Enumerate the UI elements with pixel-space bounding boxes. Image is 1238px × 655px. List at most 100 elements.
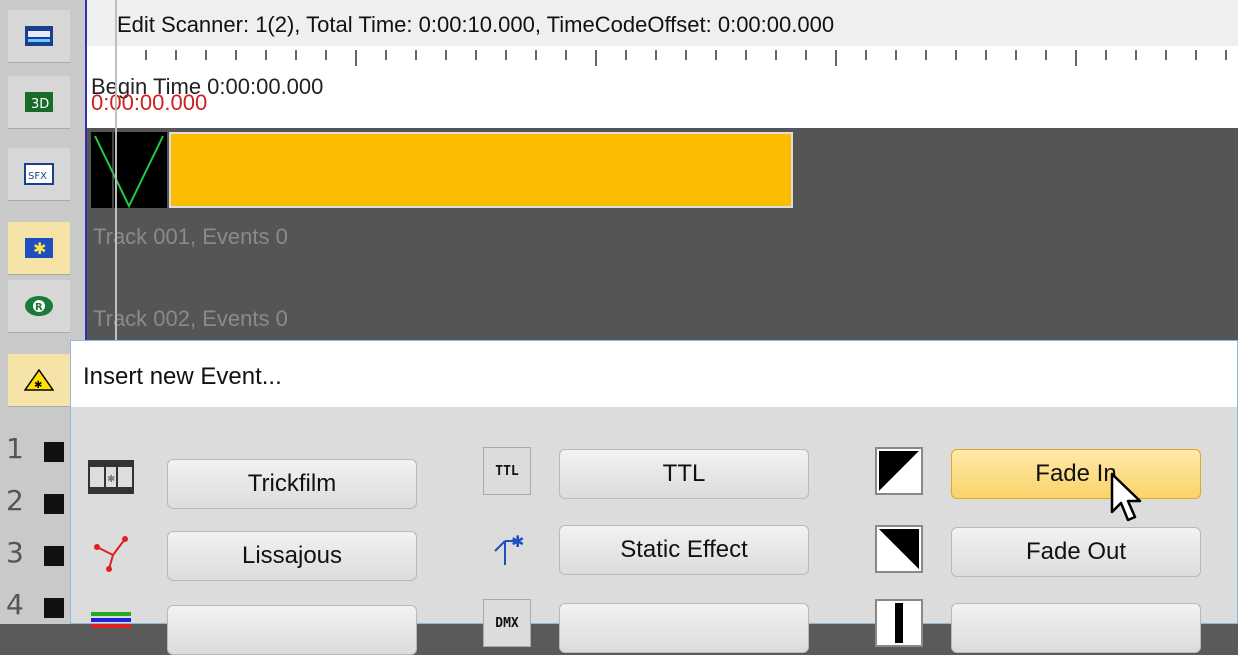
ruler-tick	[235, 50, 237, 60]
ttl-button[interactable]: TTL	[559, 449, 809, 499]
row-number-4: 4	[6, 588, 24, 621]
ruler-tick	[505, 50, 507, 60]
sfx-icon: SFX	[24, 163, 54, 185]
ruler-tick	[955, 50, 957, 60]
time-cursor-line[interactable]	[115, 0, 117, 340]
ruler-tick	[1195, 50, 1197, 60]
track-label: Track 002, Events 0	[93, 306, 288, 331]
ruler-tick	[865, 50, 867, 60]
ruler-tick	[1135, 50, 1137, 60]
dmx-channel-button[interactable]	[559, 603, 809, 653]
fade-out-icon	[875, 525, 923, 573]
ruler-tick	[145, 50, 147, 60]
ruler-tick	[595, 50, 597, 66]
scanner-track[interactable]	[87, 128, 1238, 214]
r-logo-icon: R	[25, 296, 53, 316]
next-event-button[interactable]	[167, 605, 417, 655]
svg-text:✱: ✱	[107, 474, 115, 485]
ruler-tick	[535, 50, 537, 60]
lissajous-button[interactable]: Lissajous	[167, 531, 417, 581]
intensity-icon	[875, 599, 923, 647]
ruler-tick	[775, 50, 777, 60]
ruler-tick	[325, 50, 327, 60]
svg-text:SFX: SFX	[28, 171, 47, 182]
ruler-tick	[895, 50, 897, 60]
row-pen-icon[interactable]	[44, 598, 64, 618]
laser-warning-icon: ✱	[24, 369, 54, 391]
track-label: Track 001, Events 0	[93, 224, 288, 249]
film-strip-icon: ✱	[87, 453, 135, 501]
editor-header: Edit Scanner: 1(2), Total Time: 0:00:10.…	[87, 0, 1238, 48]
ruler-tick	[1105, 50, 1107, 60]
row-pen-icon[interactable]	[44, 546, 64, 566]
static-effect-button[interactable]: Static Effect	[559, 525, 809, 575]
ttl-icon-label: TTL	[495, 463, 519, 479]
ruler-tick	[805, 50, 807, 60]
lissajous-icon	[87, 529, 135, 577]
event-block[interactable]	[169, 132, 793, 208]
laser-star-button[interactable]: ✱	[8, 222, 70, 275]
ruler-tick	[205, 50, 207, 60]
row-number-1: 1	[6, 432, 24, 465]
sfx-button[interactable]: SFX	[8, 148, 70, 201]
monitor-button[interactable]	[8, 10, 70, 63]
mouse-pointer-icon	[1110, 472, 1142, 522]
track-001[interactable]: Track 001, Events 0	[87, 212, 1238, 296]
ruler-tick	[925, 50, 927, 60]
svg-text:✱: ✱	[511, 532, 524, 551]
ruler-tick	[355, 50, 357, 66]
event-thumbnail[interactable]	[91, 132, 167, 209]
ruler-tick	[1045, 50, 1047, 60]
laser-warning-button[interactable]: ✱	[8, 354, 70, 407]
popup-title-bar: Insert new Event...	[71, 341, 1237, 407]
dmx-icon: DMX	[483, 599, 531, 647]
ruler-tick	[715, 50, 717, 60]
svg-text:✱: ✱	[33, 239, 46, 258]
ruler-tick	[625, 50, 627, 60]
popup-title: Insert new Event...	[83, 363, 282, 390]
ruler-tick	[175, 50, 177, 60]
ruler-tick	[985, 50, 987, 60]
ruler-tick	[385, 50, 387, 60]
ruler-tick	[565, 50, 567, 60]
row-pen-icon[interactable]	[44, 442, 64, 462]
ruler-tick	[1015, 50, 1017, 60]
row-pen-icon[interactable]	[44, 494, 64, 514]
ruler-tick	[655, 50, 657, 60]
row-number-3: 3	[6, 536, 24, 569]
fade-in-icon	[875, 447, 923, 495]
v-curve-icon	[94, 132, 164, 209]
trickfilm-button[interactable]: Trickfilm	[167, 459, 417, 509]
3d-button[interactable]: 3D	[8, 76, 70, 129]
3d-icon: 3D	[25, 92, 53, 112]
intensity-button[interactable]	[951, 603, 1201, 653]
r-logo-button[interactable]: R	[8, 280, 70, 333]
static-effect-icon: ✱	[483, 525, 531, 573]
ruler-tick	[1225, 50, 1227, 60]
ruler-tick	[445, 50, 447, 60]
fade-in-button[interactable]: Fade In	[951, 449, 1201, 499]
ruler-tick	[1165, 50, 1167, 60]
svg-text:✱: ✱	[34, 380, 42, 391]
dmx-icon-label: DMX	[495, 615, 519, 631]
ruler-tick	[475, 50, 477, 60]
ruler-tick	[835, 50, 837, 66]
ruler-tick	[265, 50, 267, 60]
monitor-icon	[25, 26, 53, 46]
ruler-tick	[685, 50, 687, 60]
current-time-label: 0:00:00.000	[91, 90, 208, 115]
ruler-tick	[295, 50, 297, 60]
time-ruler[interactable]: Begin Time 0:00:00.000 0:00:00.000	[87, 46, 1238, 131]
svg-text:3D: 3D	[31, 97, 49, 112]
ruler-tick	[1075, 50, 1077, 66]
svg-text:R: R	[35, 302, 43, 313]
ruler-tick	[745, 50, 747, 60]
fade-out-button[interactable]: Fade Out	[951, 527, 1201, 577]
ttl-icon: TTL	[483, 447, 531, 495]
insert-event-popup: Insert new Event... ✱ Trickfilm Lissajou…	[70, 340, 1238, 655]
laser-star-icon: ✱	[25, 238, 53, 258]
editor-title: Edit Scanner: 1(2), Total Time: 0:00:10.…	[117, 12, 835, 37]
ruler-tick	[415, 50, 417, 60]
row-number-2: 2	[6, 484, 24, 517]
color-bars-icon	[87, 599, 135, 647]
